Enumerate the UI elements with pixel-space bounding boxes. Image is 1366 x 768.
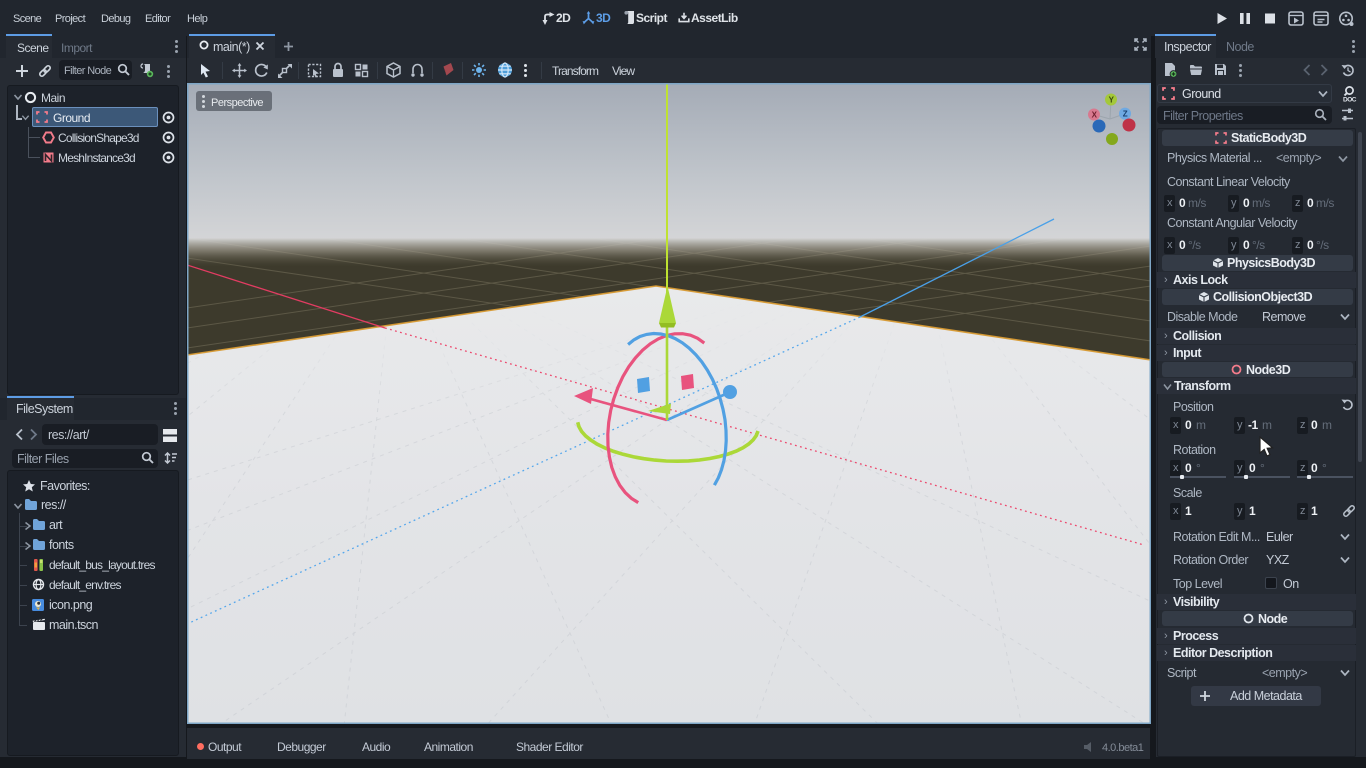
svg-text:Z: Z — [1123, 110, 1128, 119]
svg-text:DOC: DOC — [1343, 97, 1357, 104]
